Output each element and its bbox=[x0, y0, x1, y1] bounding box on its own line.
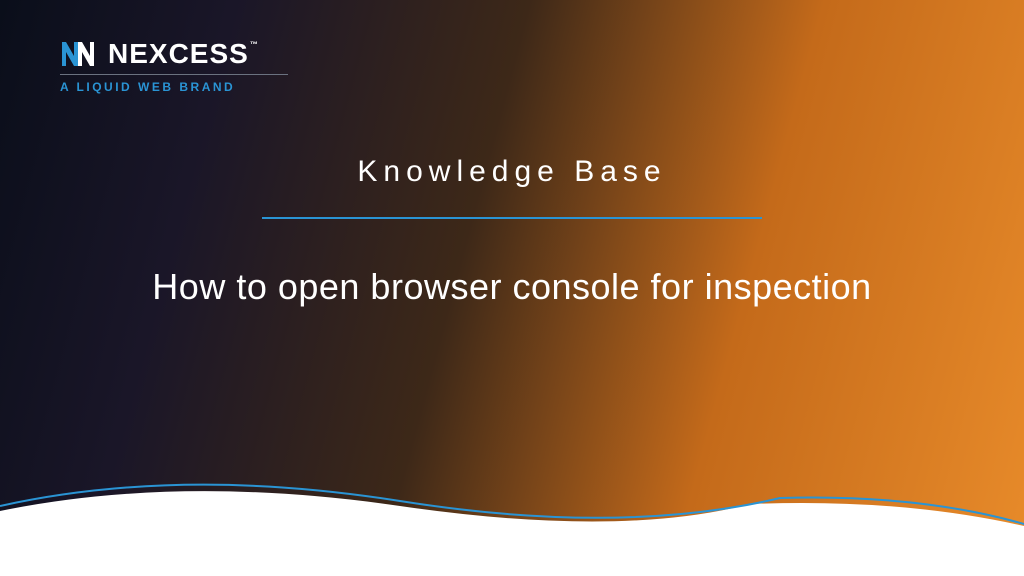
brand-name: NEXCESS ™ bbox=[108, 38, 249, 70]
decorative-wave bbox=[0, 456, 1024, 576]
article-title: How to open browser console for inspecti… bbox=[152, 261, 872, 313]
brand-name-text: NEXCESS bbox=[108, 38, 249, 69]
title-divider bbox=[262, 217, 762, 219]
category-label: Knowledge Base bbox=[0, 155, 1024, 189]
logo-divider bbox=[60, 74, 288, 75]
trademark-symbol: ™ bbox=[250, 40, 259, 49]
brand-tagline: A LIQUID WEB BRAND bbox=[60, 80, 288, 94]
content-block: Knowledge Base How to open browser conso… bbox=[0, 155, 1024, 313]
nexcess-logo-icon bbox=[60, 40, 96, 68]
logo-row: NEXCESS ™ bbox=[60, 38, 288, 70]
brand-logo-block: NEXCESS ™ A LIQUID WEB BRAND bbox=[60, 38, 288, 94]
